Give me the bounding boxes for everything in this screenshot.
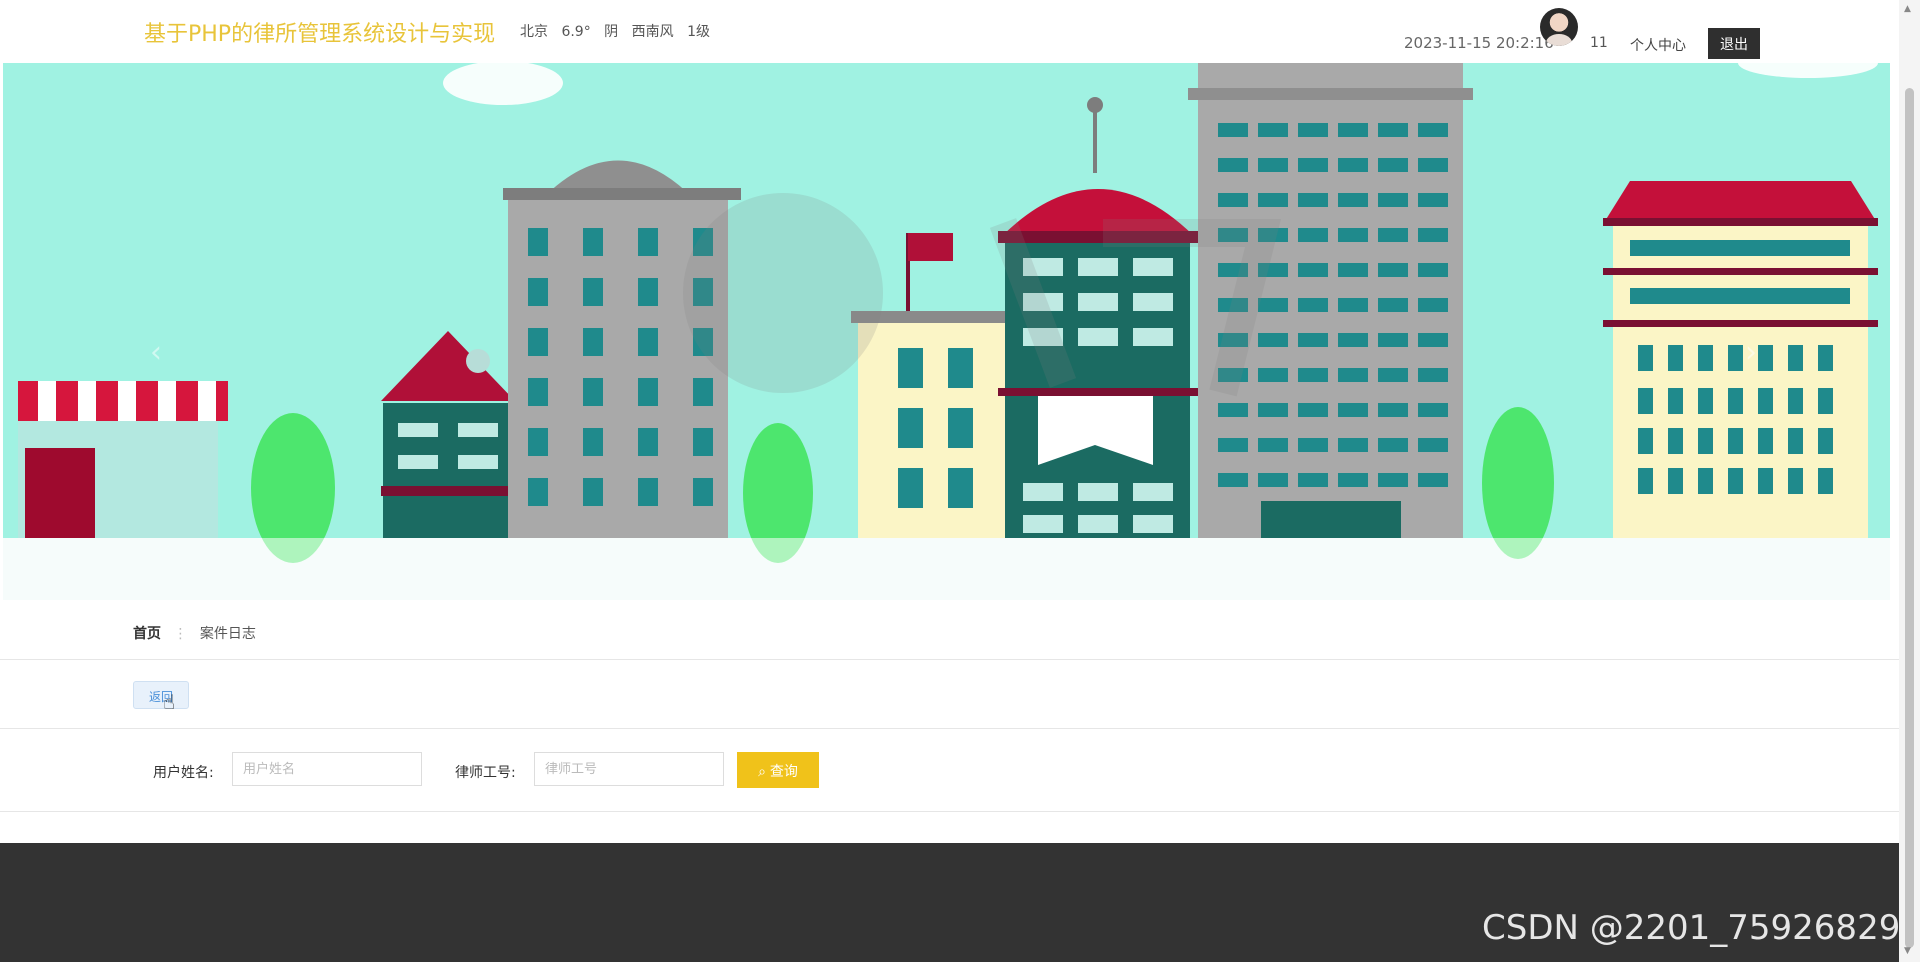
scroll-up-icon[interactable]: ▲ <box>1904 4 1911 14</box>
logout-button[interactable]: 退出 <box>1708 28 1760 59</box>
watermark: CSDN @2201_75926829 <box>1482 908 1901 948</box>
breadcrumb: 首页 ⋮ 案件日志 <box>133 623 256 643</box>
weather-widget: 北京 6.9° 阴 西南风 1级 <box>520 21 719 41</box>
weather-condition: 阴 <box>604 24 619 40</box>
breadcrumb-current: 案件日志 <box>199 626 256 642</box>
personal-center-link[interactable]: 个人中心 <box>1630 35 1686 55</box>
top-header: 基于PHP的律所管理系统设计与实现 北京 6.9° 阴 西南风 1级 2023-… <box>0 0 1899 63</box>
current-datetime: 2023-11-15 20:2:16 <box>1404 34 1554 52</box>
scroll-down-icon[interactable]: ▼ <box>1904 946 1911 956</box>
lawyer-id-label: 律师工号: <box>455 765 516 781</box>
breadcrumb-separator: ⋮ <box>173 626 188 642</box>
hand-cursor-icon: ☝ <box>163 690 176 714</box>
vertical-scrollbar[interactable]: ▲ ▼ <box>1899 0 1920 962</box>
avatar[interactable] <box>1540 8 1578 46</box>
username-input[interactable] <box>232 752 422 786</box>
lawyer-id-input[interactable] <box>534 752 724 786</box>
carousel-prev-icon[interactable]: ‹ <box>143 333 169 373</box>
back-button[interactable]: 返回 <box>133 681 189 709</box>
search-icon: ⌕ <box>758 763 766 779</box>
query-button[interactable]: ⌕ 查询 <box>737 752 819 788</box>
weather-wind: 西南风 <box>631 24 674 40</box>
scroll-thumb[interactable] <box>1905 88 1914 948</box>
username-display: 11 <box>1590 35 1608 51</box>
username-label: 用户姓名: <box>153 765 214 781</box>
query-button-label: 查询 <box>769 763 798 779</box>
weather-level: 1级 <box>687 24 710 40</box>
site-title[interactable]: 基于PHP的律所管理系统设计与实现 <box>144 16 495 48</box>
city-illustration <box>3 63 1890 600</box>
divider <box>0 811 1899 812</box>
breadcrumb-home[interactable]: 首页 <box>133 626 161 642</box>
divider <box>0 728 1899 729</box>
divider <box>0 659 1899 660</box>
weather-city: 北京 <box>520 24 548 40</box>
weather-temp: 6.9° <box>561 24 591 40</box>
banner-carousel: ‹ › <box>3 63 1890 600</box>
carousel-next-icon[interactable]: › <box>1738 333 1764 373</box>
